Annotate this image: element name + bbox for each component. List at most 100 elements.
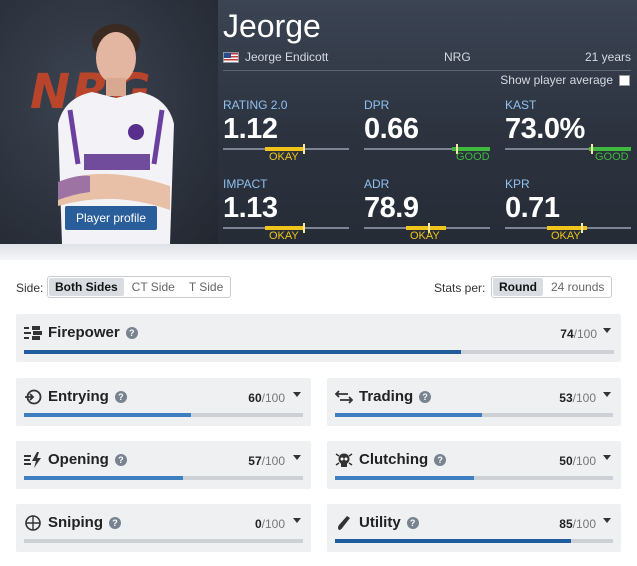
chevron-down-icon[interactable] — [293, 518, 301, 523]
category-title: Utility ? — [335, 514, 419, 531]
category-card-clutching[interactable]: Clutching ? 50/100 — [327, 441, 621, 489]
category-name: Trading — [359, 388, 414, 405]
category-score: 85/100 — [559, 517, 596, 531]
help-icon[interactable]: ? — [114, 453, 127, 466]
per-option-round[interactable]: Round — [493, 278, 543, 296]
category-score: 50/100 — [559, 454, 596, 468]
score-value: 57 — [248, 454, 262, 468]
score-bar-fill — [335, 539, 572, 543]
chevron-down-icon[interactable] — [603, 455, 611, 460]
stat-scale — [223, 144, 349, 154]
score-value: 0 — [254, 517, 262, 531]
clutching-icon — [335, 452, 353, 467]
score-bar-fill — [24, 476, 184, 480]
chevron-down-icon[interactable] — [603, 392, 611, 397]
sniping-icon — [25, 514, 41, 531]
category-card-entrying[interactable]: Entrying ? 60/100 — [16, 378, 311, 426]
score-max: /100 — [572, 517, 596, 531]
stat-marker — [303, 223, 305, 233]
category-name: Sniping — [48, 514, 103, 531]
show-average-toggle[interactable]: Show player average — [500, 73, 630, 87]
show-average-label: Show player average — [500, 73, 613, 87]
help-icon[interactable]: ? — [125, 326, 138, 339]
score-bar — [24, 413, 303, 417]
stat-verdict: GOOD — [595, 151, 629, 163]
score-max: /100 — [572, 454, 596, 468]
score-bar — [24, 539, 303, 543]
category-score: 57/100 — [248, 454, 285, 468]
category-score: 0/100 — [255, 517, 285, 531]
stats-per-label: Stats per: — [434, 281, 486, 295]
stat-dpr: DPR 0.66 GOOD — [364, 98, 490, 163]
category-card-opening[interactable]: Opening ? 57/100 — [16, 441, 311, 489]
score-bar — [24, 350, 614, 354]
category-card-trading[interactable]: Trading ? 53/100 — [327, 378, 621, 426]
stat-verdict: OKAY — [269, 151, 299, 163]
stat-verdict: OKAY — [410, 230, 440, 242]
stat-scale — [223, 223, 349, 233]
category-card-sniping[interactable]: Sniping ? 0/100 — [16, 504, 311, 552]
stat-kpr: KPR 0.71 OKAY — [505, 177, 631, 242]
stat-value: 73.0% — [505, 113, 585, 145]
opening-icon — [24, 451, 41, 468]
stat-scale — [505, 144, 631, 154]
help-icon[interactable]: ? — [406, 516, 419, 529]
chevron-down-icon[interactable] — [603, 518, 611, 523]
stat-verdict: OKAY — [551, 230, 581, 242]
stat-scale — [364, 144, 490, 154]
stat-adr: ADR 78.9 OKAY — [364, 177, 490, 242]
player-real-name: Jeorge Endicott — [245, 50, 329, 64]
category-title: Firepower ? — [24, 324, 138, 341]
player-profile-button[interactable]: Player profile — [65, 206, 157, 230]
score-bar-fill — [335, 476, 474, 480]
stat-label: KPR — [505, 177, 530, 191]
chevron-down-icon[interactable] — [603, 328, 611, 333]
category-card-firepower[interactable]: Firepower ? 74/100 — [16, 314, 621, 362]
show-average-checkbox[interactable] — [619, 74, 630, 86]
category-score: 60/100 — [248, 391, 285, 405]
help-icon[interactable]: ? — [114, 390, 127, 403]
side-option-both[interactable]: Both Sides — [49, 278, 124, 296]
stat-marker — [581, 223, 583, 233]
score-value: 74 — [560, 327, 574, 341]
score-bar — [335, 413, 613, 417]
category-name: Entrying — [48, 388, 109, 405]
player-team[interactable]: NRG — [444, 50, 471, 64]
player-header: NRG Player profile Jeorge Jeorge Endicot… — [0, 0, 637, 244]
stat-label: IMPACT — [223, 177, 268, 191]
score-bar-fill — [24, 350, 461, 354]
category-name: Firepower — [48, 324, 120, 341]
side-filter: Both Sides CT Side T Side — [47, 276, 232, 298]
help-icon[interactable]: ? — [109, 516, 121, 529]
stat-label: DPR — [364, 98, 390, 112]
side-option-ct[interactable]: CT Side — [126, 278, 181, 296]
player-age: 21 years — [584, 50, 631, 64]
score-max: /100 — [261, 391, 285, 405]
stat-scale — [364, 223, 490, 233]
usa-flag-icon — [223, 52, 239, 63]
score-bar-fill — [335, 413, 483, 417]
side-option-t[interactable]: T Side — [183, 278, 229, 296]
stats-per-filter: Round 24 rounds — [491, 276, 613, 298]
help-icon[interactable]: ? — [419, 390, 432, 403]
score-max: /100 — [261, 517, 285, 531]
per-option-24-rounds[interactable]: 24 rounds — [545, 278, 610, 296]
category-card-utility[interactable]: Utility ? 85/100 — [327, 504, 621, 552]
stat-kast: KAST 73.0% GOOD — [505, 98, 631, 163]
info-divider — [223, 70, 631, 71]
chevron-down-icon[interactable] — [293, 392, 301, 397]
stat-label: KAST — [505, 98, 537, 112]
player-photo-panel: NRG Player profile — [0, 0, 218, 244]
stat-label: ADR — [364, 177, 390, 191]
side-filter-label: Side: — [16, 281, 44, 295]
score-max: /100 — [573, 327, 597, 341]
chevron-down-icon[interactable] — [293, 455, 301, 460]
score-bar — [335, 539, 613, 543]
help-icon[interactable]: ? — [434, 453, 447, 466]
stat-value: 1.12 — [223, 113, 278, 145]
entrying-icon — [25, 389, 42, 404]
category-name: Utility — [359, 514, 401, 531]
score-bar-fill — [24, 413, 192, 417]
stat-verdict: OKAY — [269, 230, 299, 242]
category-title: Opening ? — [24, 451, 127, 468]
